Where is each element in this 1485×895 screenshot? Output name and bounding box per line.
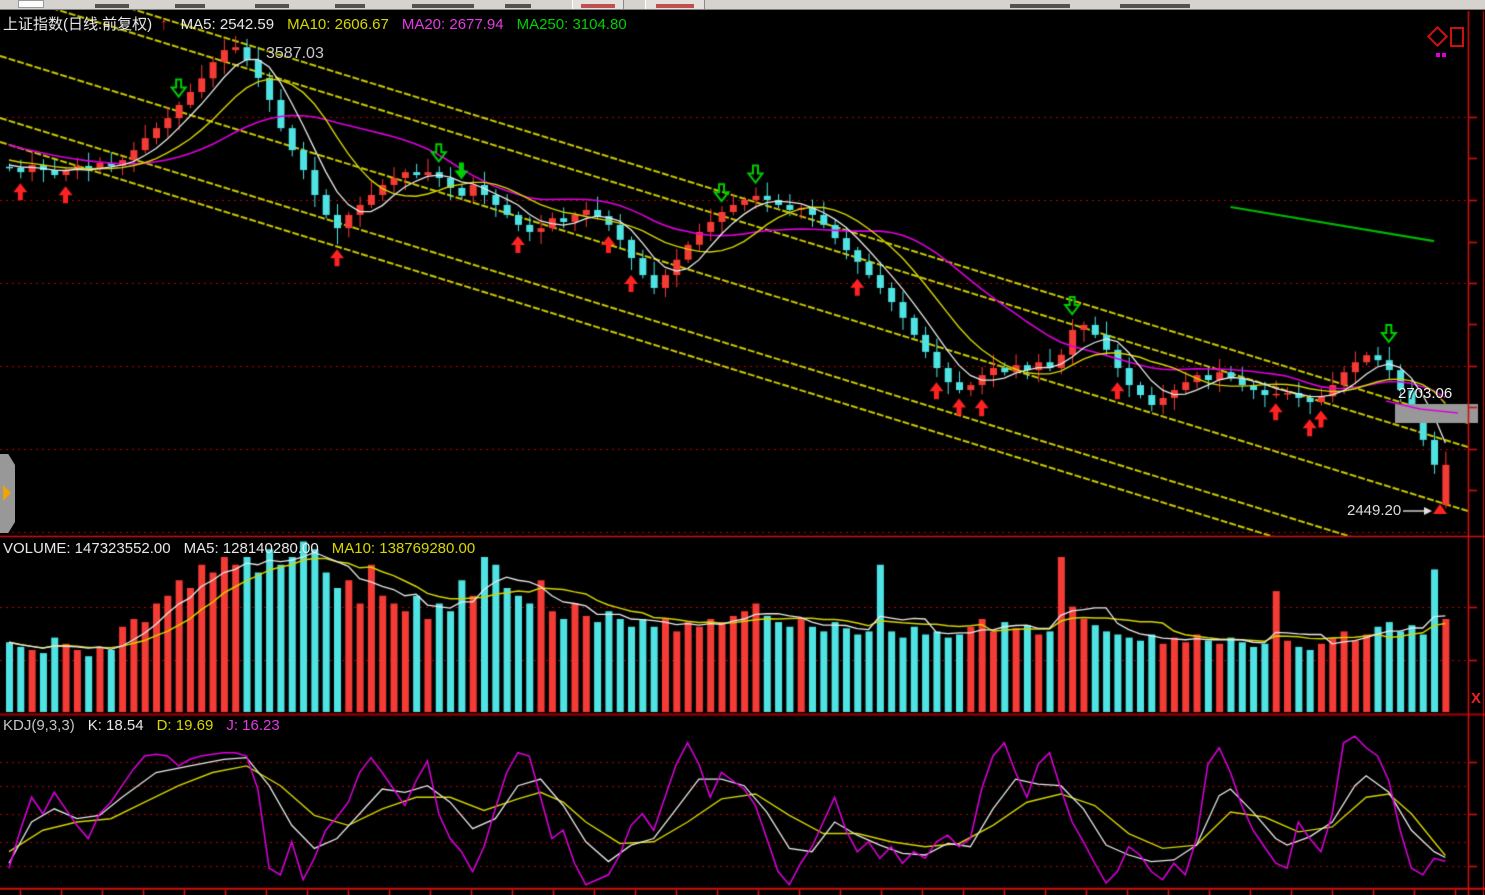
- kdj-pane[interactable]: [0, 716, 1468, 889]
- kdj-indicator-label: KDJ(9,3,3): [3, 717, 75, 734]
- kdj-k-value: K: 18.54: [88, 717, 144, 734]
- volume-header: VOLUME: 147323552.00 MA5: 128140280.00 MA1…: [3, 540, 488, 557]
- menu-item-fragment[interactable]: [505, 4, 531, 8]
- price-chart-header: 上证指数(日线.前复权) ↑ MA5: 2542.59 MA10: 2606.67 MA…: [3, 13, 640, 34]
- ma250-value: MA250: 3104.80: [517, 16, 627, 33]
- volume-ma5-value: MA5: 128140280.00: [184, 540, 319, 557]
- sidebar-expand-handle[interactable]: [0, 454, 15, 533]
- window-tool-icon[interactable]: [1450, 27, 1464, 47]
- kdj-j-value: J: 16.23: [226, 717, 279, 734]
- menu-item-fragment[interactable]: [175, 4, 205, 8]
- menu-item-fragment[interactable]: [1010, 4, 1070, 8]
- menu-item-fragment[interactable]: [412, 4, 474, 8]
- close-indicator-button[interactable]: X: [1471, 690, 1481, 707]
- menu-icon[interactable]: [18, 0, 44, 8]
- menu-item-fragment[interactable]: [95, 4, 129, 8]
- ma5-value: MA5: 2542.59: [181, 16, 274, 33]
- menu-bar[interactable]: [0, 0, 1485, 10]
- kdj-header: KDJ(9,3,3) K: 18.54 D: 19.69 J: 16.23: [3, 717, 293, 734]
- price-pane[interactable]: [0, 9, 1468, 537]
- menu-item-fragment[interactable]: [255, 4, 289, 8]
- marker-dot: [1442, 53, 1446, 57]
- menu-item-fragment[interactable]: [335, 4, 365, 8]
- ma20-value: MA20: 2677.94: [402, 16, 504, 33]
- menu-button[interactable]: [645, 0, 705, 9]
- volume-value: VOLUME: 147323552.00: [3, 540, 171, 557]
- kdj-d-value: D: 19.69: [157, 717, 214, 734]
- menu-item-fragment[interactable]: [1120, 4, 1190, 8]
- buy-signal-arrow-icon: ↑: [160, 15, 168, 35]
- menu-button[interactable]: [572, 0, 624, 9]
- symbol-title: 上证指数(日线.前复权): [3, 16, 152, 33]
- volume-pane[interactable]: [0, 538, 1468, 714]
- axis-price-tag: 2703.06: [1398, 385, 1452, 402]
- expand-arrow-icon: [3, 485, 11, 501]
- marker-dot: [1436, 53, 1440, 57]
- app-window: 上证指数(日线.前复权) ↑ MA5: 2542.59 MA10: 2606.67 MA…: [0, 0, 1485, 895]
- low-price-label: 2449.20: [1347, 502, 1401, 519]
- high-price-label: 3587.03: [266, 45, 324, 63]
- volume-ma10-value: MA10: 138769280.00: [332, 540, 475, 557]
- ma10-value: MA10: 2606.67: [287, 16, 389, 33]
